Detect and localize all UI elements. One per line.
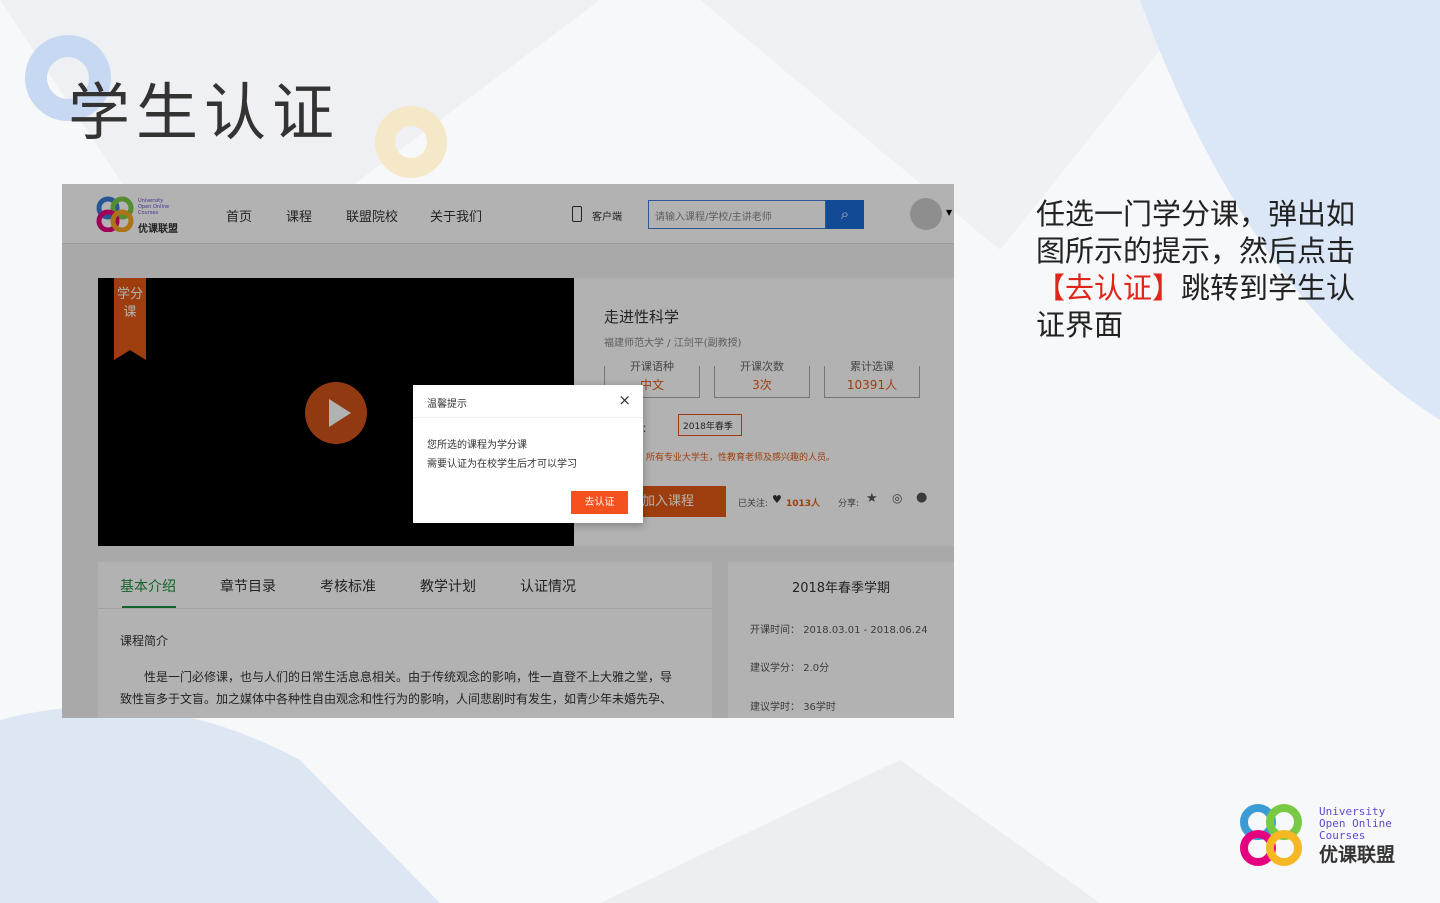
divider [413,417,643,418]
logo-cn: 优课联盟 [1319,844,1396,866]
instruction-highlight: 【去认证】 [1036,271,1182,305]
dialog-message: 需要认证为在校学生后才可以学习 [427,459,577,470]
verify-button[interactable]: 去认证 [571,491,628,514]
close-icon[interactable]: × [618,391,631,409]
logo-line: Courses [1319,829,1366,842]
website-screenshot: 优课联盟 University Open Online Courses 首页 课… [62,184,954,718]
instruction-text: 任选一门学分课，弹出如图所示的提示，然后点击【去认证】跳转到学生认证界面 [1036,196,1356,344]
brand-logo-icon [1240,804,1302,866]
slide-title: 学生认证 [68,76,341,149]
dialog-title: 温馨提示 [427,399,467,410]
dialog-message: 您所选的课程为学分课 [427,440,527,451]
brand-logo-text: University Open Online Courses 优课联盟 [1319,806,1395,868]
instruction-part: 任选一门学分课，弹出如图所示的提示，然后点击 [1036,197,1356,268]
notice-dialog: 温馨提示 × 您所选的课程为学分课 需要认证为在校学生后才可以学习 去认证 [413,385,643,523]
